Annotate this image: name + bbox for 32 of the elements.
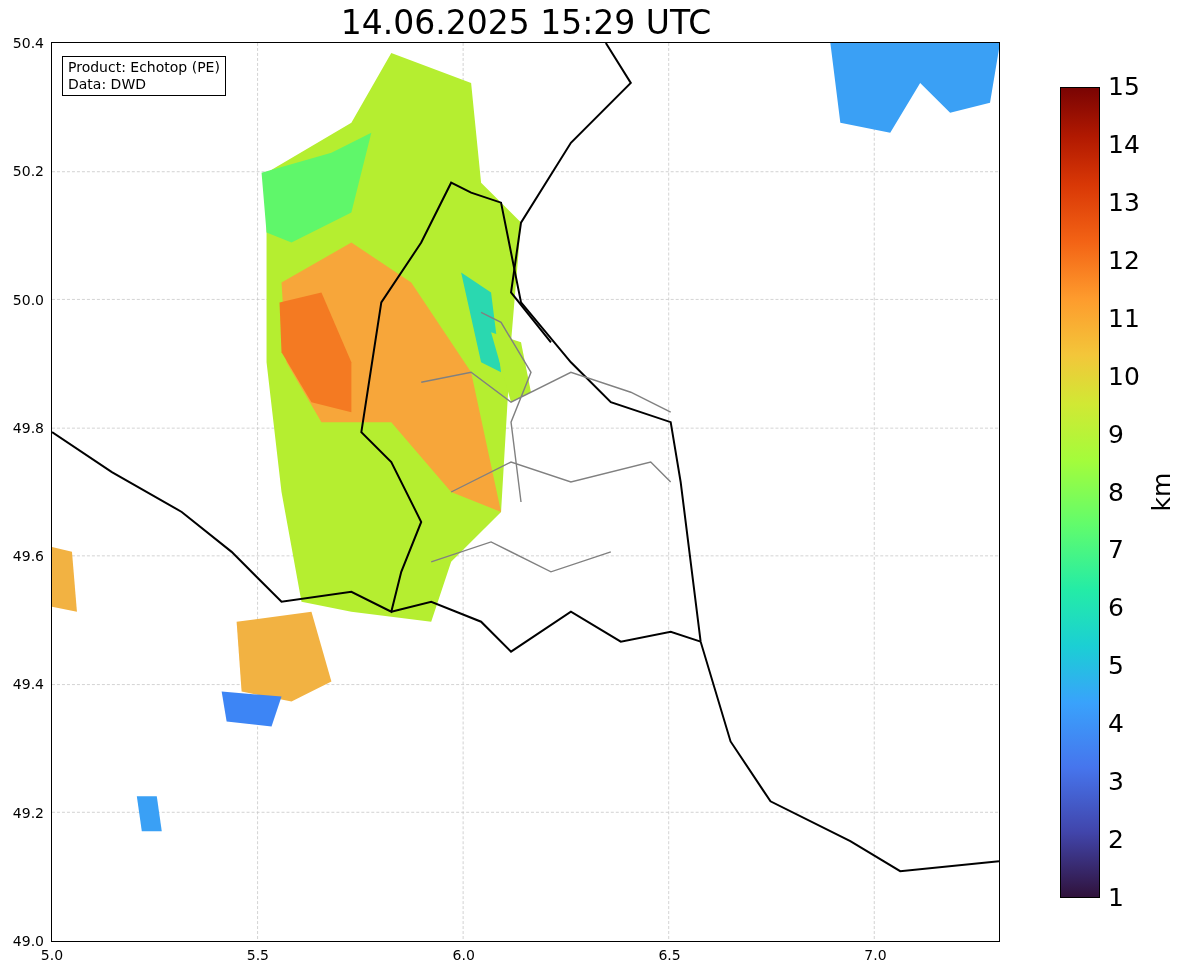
plot-title: 14.06.2025 15:29 UTC (339, 3, 713, 43)
colorbar-tick-label: 15 (1108, 73, 1140, 101)
colorbar-tick-label: 6 (1108, 594, 1124, 623)
x-tick-label: 6.0 (452, 947, 475, 963)
y-tick-label: 50.4 (12, 35, 44, 51)
colorbar-tick-label: 2 (1108, 826, 1124, 855)
colorbar-tick-label: 5 (1108, 652, 1124, 681)
x-tick-label: 5.5 (246, 947, 269, 963)
x-tick-label: 6.5 (658, 947, 681, 963)
y-tick-label: 49.4 (12, 676, 44, 693)
colorbar-tick-label: 13 (1108, 188, 1140, 217)
legend-text: Product: Echotop (PE) (68, 59, 220, 76)
colorbar-tick-label: 3 (1108, 768, 1124, 797)
y-tick-label: 50.2 (12, 163, 44, 180)
colorbar-tick-label: 10 (1108, 362, 1140, 391)
colorbar-tick-label: 14 (1108, 130, 1140, 159)
colorbar-tick-label: 9 (1108, 420, 1124, 449)
colorbar-tick-label: 11 (1108, 304, 1140, 333)
y-tick-label: 49.8 (12, 419, 44, 436)
y-tick-label: 49.0 (12, 933, 44, 949)
y-tick-label: 49.6 (12, 548, 44, 565)
colorbar-tick-label: 12 (1108, 246, 1140, 275)
colorbar-tick-label: 4 (1108, 710, 1124, 739)
colorbar-tick-label: 1 (1108, 884, 1124, 912)
colorbar-label: km (1148, 472, 1177, 512)
x-tick-label: 7.0 (864, 947, 887, 963)
y-tick-label: 50.0 (12, 291, 44, 308)
x-tick-label: 5.0 (40, 947, 64, 963)
y-tick-label: 49.2 (12, 804, 44, 821)
colorbar-tick-label: 8 (1108, 478, 1124, 507)
legend-text: Data: DWD (68, 76, 147, 93)
colorbar-tick-label: 7 (1108, 536, 1124, 565)
